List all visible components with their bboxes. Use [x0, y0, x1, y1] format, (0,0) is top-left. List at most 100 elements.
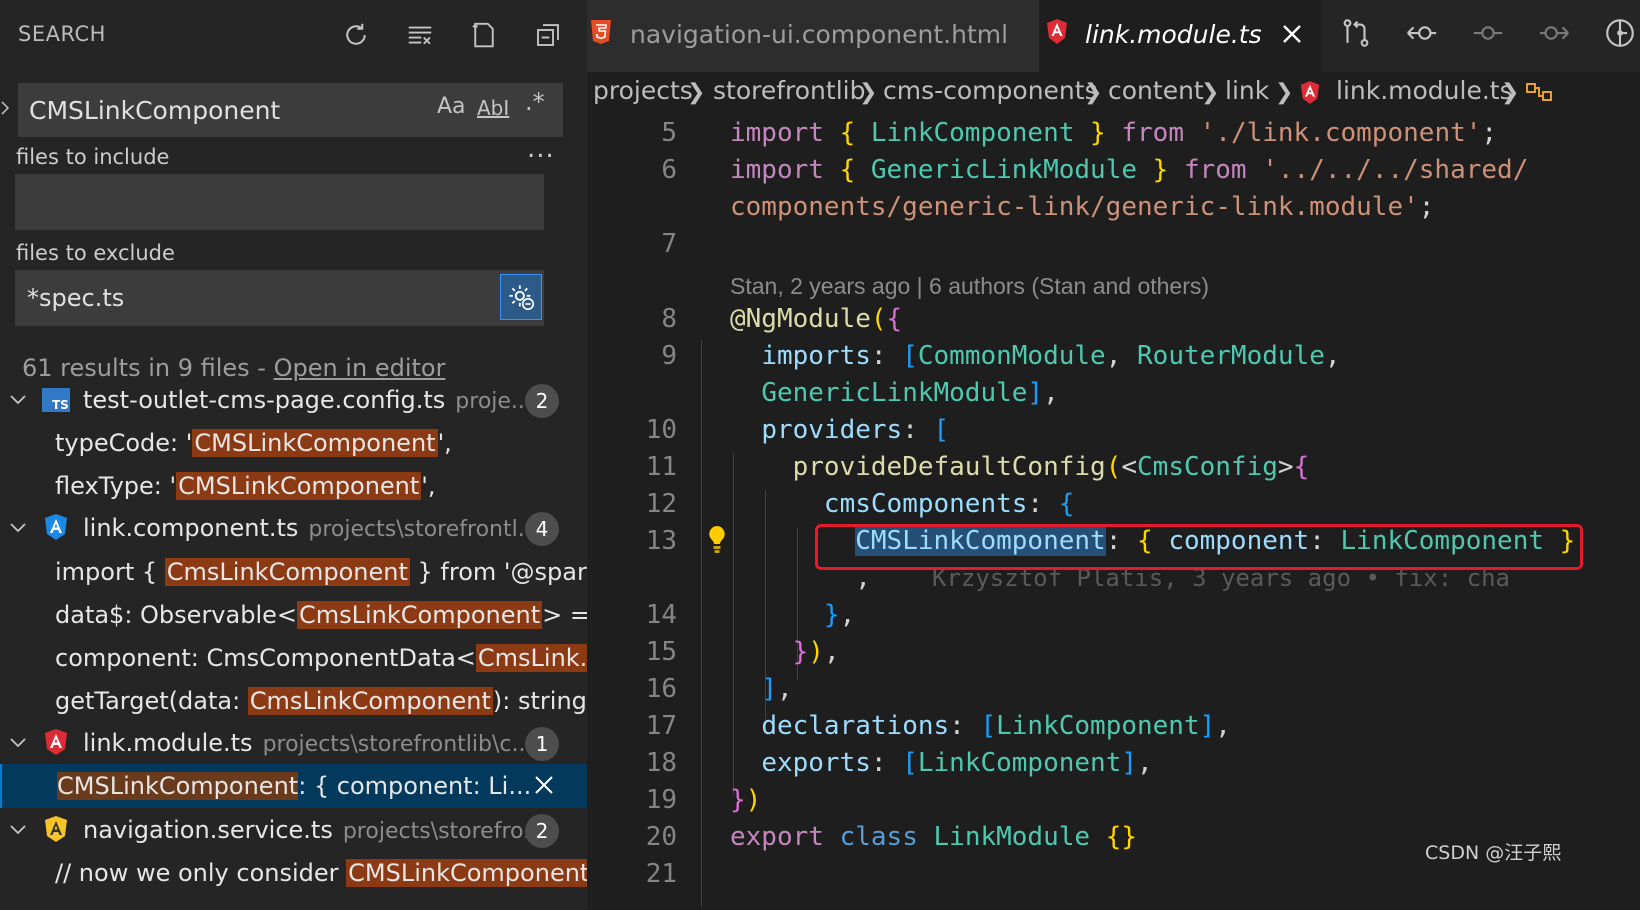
dismiss-result-icon[interactable] — [533, 774, 555, 796]
code-line: imports: [CommonModule, RouterModule, — [761, 341, 1341, 371]
match-highlight: CMSLinkComponent — [346, 859, 587, 887]
result-file-row[interactable]: navigation.service.ts projects\storefro..… — [0, 808, 587, 852]
breadcrumb-item[interactable]: projects — [593, 76, 693, 105]
match-highlight: CmsLinkComponent — [297, 601, 543, 629]
match-highlight: CmsLink... — [475, 644, 587, 672]
line-number: 7 — [661, 229, 677, 259]
lightbulb-icon[interactable] — [706, 524, 728, 556]
chevron-right-icon: ❯ — [1501, 80, 1520, 105]
match-highlight: CmsLinkComponent — [164, 558, 410, 586]
code-line: }) — [730, 785, 762, 815]
exclude-input[interactable]: *spec.ts — [15, 270, 544, 326]
match-case-toggle[interactable]: Aa — [437, 94, 466, 119]
line-number: 20 — [645, 822, 677, 852]
result-file-name: test-outlet-cms-page.config.ts proje... — [83, 386, 532, 414]
annotation-highlight-box — [815, 524, 1583, 570]
tab-label: link.module.ts — [1085, 20, 1262, 49]
result-count-badge: 4 — [525, 512, 559, 546]
result-count-badge: 2 — [525, 384, 559, 418]
tab-link-module-ts[interactable]: link.module.ts — [1039, 0, 1321, 72]
collapse-all-icon[interactable] — [529, 16, 567, 54]
watermark: CSDN @汪子熙 — [1425, 842, 1562, 864]
open-changes-icon[interactable] — [1337, 14, 1375, 52]
code-line: exports: [LinkComponent], — [761, 748, 1153, 778]
angular-module-icon — [45, 729, 67, 755]
match-whole-word-toggle[interactable]: AbI — [477, 96, 509, 120]
chevron-down-icon[interactable] — [8, 390, 28, 410]
git-timeline-icon[interactable] — [1601, 14, 1639, 52]
result-match-row[interactable]: // now we only consider CMSLinkComponent — [0, 851, 587, 895]
line-number: 6 — [661, 155, 677, 185]
line-number: 21 — [645, 859, 677, 889]
line-number: 10 — [645, 415, 677, 445]
code-line: cmsComponents: { — [823, 489, 1075, 519]
close-tab-icon[interactable] — [1280, 22, 1304, 46]
next-change-icon[interactable] — [1535, 14, 1573, 52]
exclude-input-value[interactable]: *spec.ts — [27, 284, 124, 312]
match-highlight: CMSLinkComponent — [176, 472, 422, 500]
result-file-name: navigation.service.ts projects\storefro..… — [83, 816, 545, 844]
search-input-value[interactable]: CMSLinkComponent — [29, 96, 280, 125]
chevron-right-icon: ❯ — [1275, 80, 1294, 105]
result-match-row[interactable]: typeCode: 'CMSLinkComponent', — [0, 421, 587, 465]
current-change-icon[interactable] — [1469, 14, 1507, 52]
code-line: }), — [792, 637, 840, 667]
breadcrumb-item[interactable]: content — [1108, 76, 1204, 105]
code-line: }, — [823, 600, 856, 630]
result-match-row-selected[interactable]: CMSLinkComponent: { component: Li... — [0, 764, 587, 808]
include-input[interactable] — [15, 174, 544, 230]
symbol-property-icon[interactable] — [1525, 80, 1559, 106]
tab-label: navigation-ui.component.html — [630, 20, 1009, 49]
toggle-replace-chevron-icon[interactable] — [0, 96, 10, 120]
line-number: 17 — [645, 711, 677, 741]
chevron-right-icon: ❯ — [1084, 80, 1103, 105]
previous-change-icon[interactable] — [1403, 14, 1441, 52]
new-search-editor-icon[interactable] — [465, 16, 503, 54]
chevron-down-icon[interactable] — [8, 518, 28, 538]
result-match-row[interactable]: getTarget(data: CmsLinkComponent): strin… — [0, 679, 587, 723]
line-number: 11 — [645, 452, 677, 482]
result-match-row[interactable]: import { CmsLinkComponent } from '@spar.… — [0, 550, 587, 594]
code-line: import { GenericLinkModule } from '../..… — [730, 155, 1529, 185]
result-file-row[interactable]: link.component.ts projects\storefrontl...… — [0, 506, 587, 550]
include-label: files to include — [16, 145, 170, 169]
svg-text:TS: TS — [52, 398, 69, 412]
result-file-path: projects\storefrontl... — [308, 517, 539, 542]
search-input[interactable]: CMSLinkComponent Aa AbI .* — [18, 83, 563, 137]
line-number: 15 — [645, 637, 677, 667]
result-match-row[interactable]: data$: Observable<CmsLinkComponent> =... — [0, 593, 587, 637]
line-number: 19 — [645, 785, 677, 815]
codelens-blame[interactable]: Stan, 2 years ago | 6 authors (Stan and … — [730, 273, 1209, 300]
breadcrumb-item[interactable]: cms-components — [883, 76, 1098, 105]
refresh-icon[interactable] — [337, 16, 375, 54]
angular-component-icon — [45, 514, 67, 540]
breadcrumb: projects ❯ storefrontlib ❯ cms-component… — [587, 72, 1640, 118]
sidebar-header: SEARCH — [0, 0, 587, 70]
result-file-row[interactable]: TS test-outlet-cms-page.config.ts proje..… — [0, 378, 587, 422]
use-exclude-settings-button[interactable] — [500, 274, 542, 320]
result-file-path: projects\storefro... — [342, 819, 545, 844]
html5-icon — [591, 20, 611, 44]
chevron-down-icon[interactable] — [8, 733, 28, 753]
gear-icon — [509, 285, 535, 311]
tab-bar: navigation-ui.component.html link.module… — [587, 0, 1640, 72]
code-line: providers: [ — [761, 415, 950, 445]
result-match-row[interactable]: component: CmsComponentData<CmsLink... — [0, 636, 587, 680]
line-number: 18 — [645, 748, 677, 778]
line-number: 13 — [645, 526, 677, 556]
breadcrumb-item[interactable]: link — [1225, 76, 1269, 105]
angular-module-icon — [1300, 81, 1320, 104]
result-file-name: link.module.ts projects\storefrontlib\c..… — [83, 729, 533, 757]
tab-navigation-ui-component-html[interactable]: navigation-ui.component.html — [587, 0, 1039, 72]
clear-results-icon[interactable] — [401, 16, 439, 54]
result-match-row[interactable]: flexType: 'CMSLinkComponent', — [0, 464, 587, 508]
toggle-search-details-button[interactable]: ... — [527, 134, 555, 164]
sidebar-actions — [337, 16, 567, 54]
chevron-down-icon[interactable] — [8, 820, 28, 840]
result-file-path: projects\storefrontlib\c... — [262, 732, 533, 757]
breadcrumb-item[interactable]: storefrontlib — [713, 76, 865, 105]
breadcrumb-item[interactable]: link.module.ts — [1336, 76, 1513, 105]
code-line: ], — [761, 674, 793, 704]
result-file-row[interactable]: link.module.ts projects\storefrontlib\c..… — [0, 721, 587, 765]
use-regex-toggle[interactable]: .* — [525, 88, 545, 116]
